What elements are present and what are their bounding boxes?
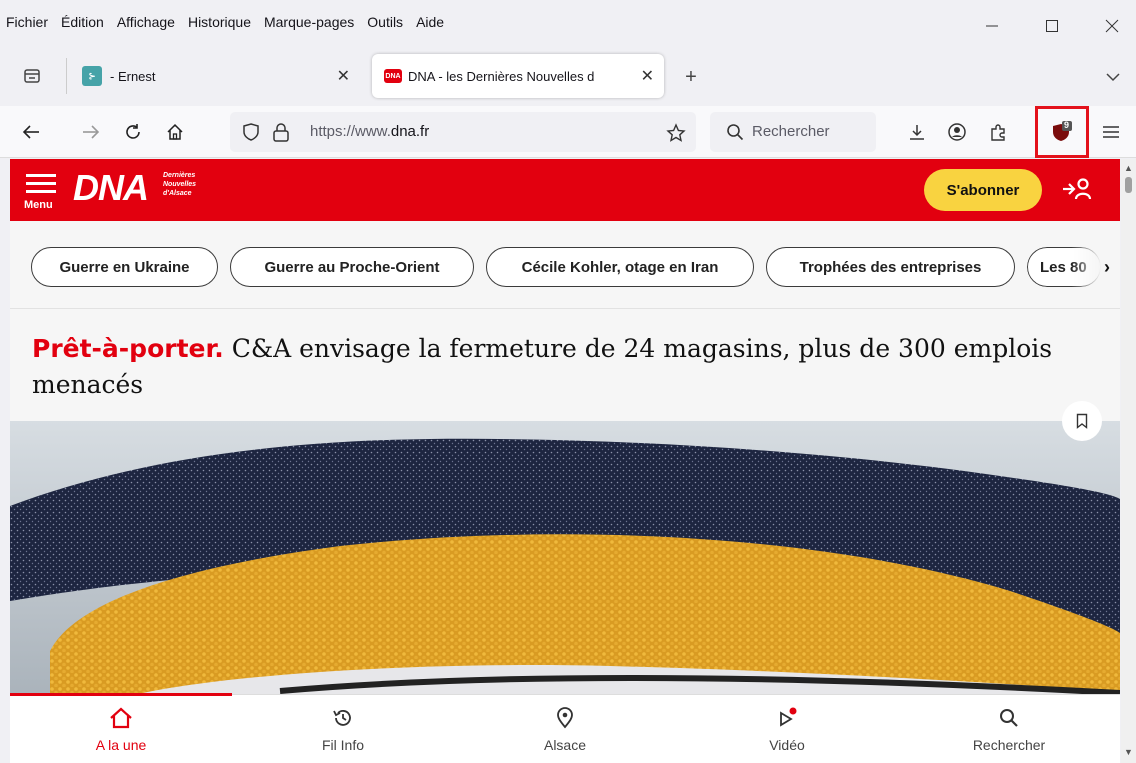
chevron-right-icon[interactable]: › [1104,257,1110,278]
article-headline[interactable]: Prêt-à-porter. C&A envisage la fermeture… [32,331,1092,403]
bottom-navigation: A la une Fil Info Alsace Vidéo Recherche… [10,693,1120,763]
active-tab-indicator [10,693,232,696]
menubar: Fichier Édition Affichage Historique Mar… [0,0,1136,50]
play-icon [780,707,797,727]
menu-affichage[interactable]: Affichage [117,14,175,30]
topic-chip[interactable]: Guerre en Ukraine [31,247,218,287]
tab-dna[interactable]: DNA DNA - les Dernières Nouvelles d ✕ [372,54,664,98]
ernest-favicon-icon: ⊱ [82,66,102,86]
forward-icon[interactable] [76,117,106,147]
site-header: Menu DNA Dernières Nouvelles d'Alsace S'… [10,159,1120,221]
tab-title: DNA - les Dernières Nouvelles d [408,68,595,84]
topic-chip[interactable]: Guerre au Proche-Orient [230,247,474,287]
tracking-protection-shield-icon[interactable] [242,123,260,146]
reload-icon[interactable] [118,117,148,147]
save-article-bookmark-icon[interactable] [1062,401,1102,441]
menu-aide[interactable]: Aide [416,14,444,30]
menu-label[interactable]: Menu [24,199,53,211]
search-bar[interactable]: Rechercher [710,112,876,152]
minimize-icon[interactable] [976,10,1008,42]
navigation-toolbar: https://www.dna.fr Rechercher 9 [0,106,1136,158]
bottom-nav-label: Vidéo [769,737,805,753]
home-icon [110,707,132,729]
menu-items: Fichier Édition Affichage Historique Mar… [6,14,444,30]
back-icon[interactable] [16,117,46,147]
extensions-puzzle-icon[interactable] [984,117,1014,147]
bottom-nav-rechercher[interactable]: Rechercher [898,707,1120,753]
dna-logo-subtitle: Dernières Nouvelles d'Alsace [163,172,197,197]
ublock-origin-icon[interactable]: 9 [1046,117,1076,147]
tab-manager-icon[interactable] [20,64,44,88]
lock-icon[interactable] [272,122,290,147]
subscribe-button[interactable]: S'abonner [924,169,1042,211]
search-icon [726,123,744,146]
url-bar[interactable]: https://www.dna.fr [230,112,696,152]
home-icon[interactable] [160,117,190,147]
scroll-down-arrow-icon[interactable]: ▼ [1124,747,1133,757]
bottom-nav-fil-info[interactable]: Fil Info [232,707,454,753]
list-all-tabs-icon[interactable] [1102,66,1124,88]
bookmark-star-icon[interactable] [666,123,686,148]
search-icon [1000,709,1018,727]
dna-logo[interactable]: DNA [73,167,149,209]
new-tab-icon[interactable]: + [680,66,702,88]
tab-strip: ⊱ - Ernest ✕ DNA DNA - les Dernières Nou… [0,50,1136,106]
menu-historique[interactable]: Historique [188,14,251,30]
scroll-up-arrow-icon[interactable]: ▲ [1124,163,1133,173]
url-text[interactable]: https://www.dna.fr [310,123,429,140]
topic-chip[interactable]: Les 80 [1027,247,1101,287]
bottom-nav-label: Alsace [543,737,587,753]
downloads-icon[interactable] [902,117,932,147]
menu-outils[interactable]: Outils [367,14,403,30]
tab-close-icon[interactable]: ✕ [641,66,654,86]
hamburger-menu-icon[interactable] [1096,117,1126,147]
topic-chip[interactable]: Trophées des entreprises [766,247,1015,287]
tab-divider [66,58,67,94]
tab-ernest[interactable]: ⊱ - Ernest ✕ [74,54,360,98]
page-viewport: Menu DNA Dernières Nouvelles d'Alsace S'… [10,159,1120,763]
maximize-icon[interactable] [1036,10,1068,42]
bottom-nav-label: Rechercher [972,737,1046,753]
topics-bar: Guerre en Ukraine Guerre au Proche-Orien… [10,221,1120,309]
location-pin-icon [557,707,573,729]
scroll-thumb[interactable] [1125,177,1132,193]
menu-fichier[interactable]: Fichier [6,14,48,30]
page-scrollbar[interactable]: ▲ ▼ [1121,159,1136,763]
menu-edition[interactable]: Édition [61,14,104,30]
extension-badge: 9 [1064,120,1070,130]
login-icon[interactable] [1062,177,1092,206]
article-image[interactable] [10,421,1120,696]
bottom-nav-video[interactable]: Vidéo [676,707,898,753]
tab-title: - Ernest [110,68,156,84]
article-kicker: Prêt-à-porter. [32,334,224,363]
close-icon[interactable] [1096,10,1128,42]
menu-marque-pages[interactable]: Marque-pages [264,14,354,30]
bottom-nav-label: A la une [95,737,147,753]
account-icon[interactable] [942,117,972,147]
dna-favicon-icon: DNA [384,69,402,83]
bottom-nav-label: Fil Info [321,737,364,753]
menu-icon[interactable] [26,173,56,200]
history-icon [333,710,351,726]
bottom-nav-alsace[interactable]: Alsace [454,707,676,753]
tab-close-icon[interactable]: ✕ [337,66,350,86]
topic-chip[interactable]: Cécile Kohler, otage en Iran [486,247,754,287]
search-placeholder: Rechercher [752,123,830,140]
bottom-nav-a-la-une[interactable]: A la une [10,707,232,753]
